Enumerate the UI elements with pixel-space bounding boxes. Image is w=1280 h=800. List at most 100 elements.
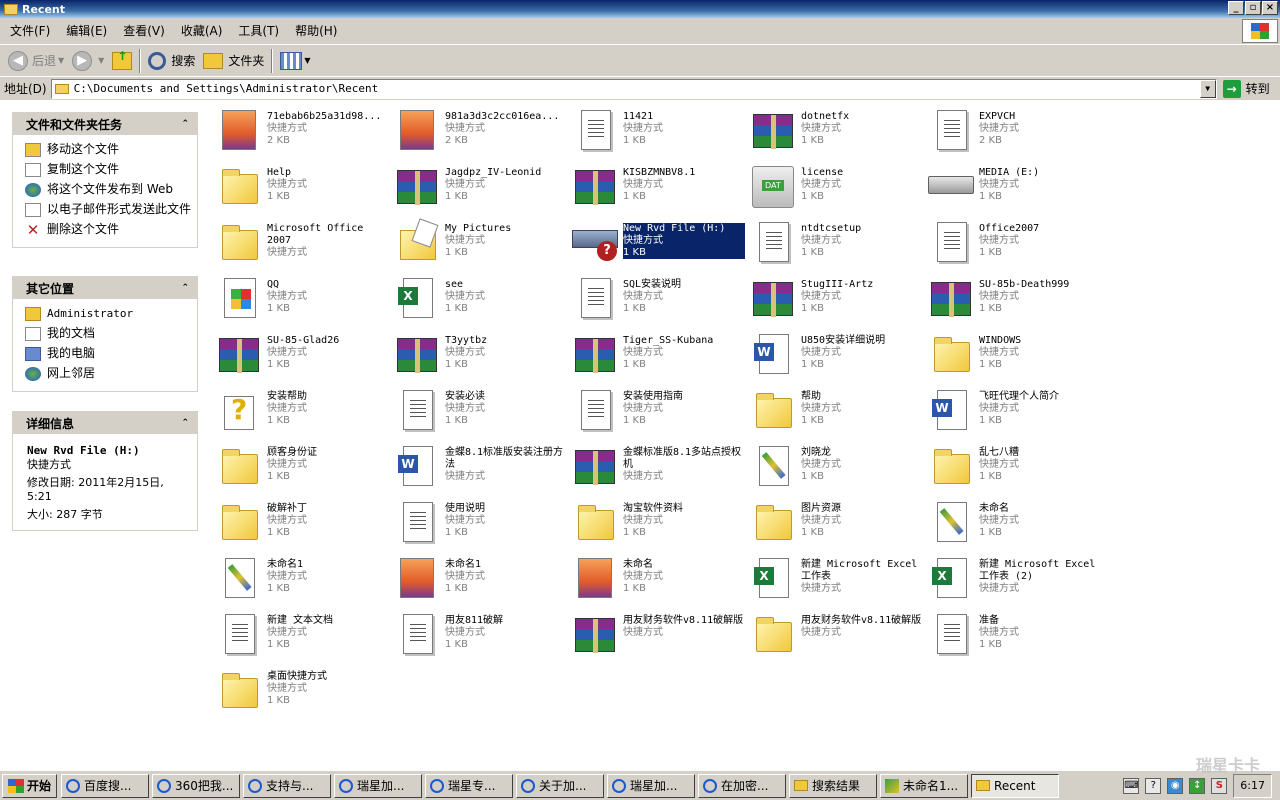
file-item[interactable]: New Rvd File (H:)快捷方式1 KB	[570, 218, 748, 274]
collapse-icon[interactable]: ⌃	[181, 283, 189, 293]
file-item[interactable]: 71ebab6b25a31d98... 快捷方式 2 KB	[214, 106, 392, 162]
taskbar-item[interactable]: 未命名1...	[880, 773, 969, 798]
antivirus-icon[interactable]: ◉	[1167, 778, 1184, 794]
file-item[interactable]: 未命名 快捷方式 1 KB	[570, 554, 748, 610]
menu-tools[interactable]: 工具(T)	[230, 21, 287, 41]
file-item[interactable]: 使用说明 快捷方式 1 KB	[392, 498, 570, 554]
help-icon[interactable]: ?	[1145, 778, 1162, 794]
file-item[interactable]: 用友811破解 快捷方式 1 KB	[392, 610, 570, 666]
menu-view[interactable]: 查看(V)	[115, 21, 173, 41]
file-item[interactable]: 新建 Microsoft Excel 工作表 (2)快捷方式	[926, 554, 1104, 610]
file-item[interactable]: WINDOWS 快捷方式 1 KB	[926, 330, 1104, 386]
file-item[interactable]: StugIII-Artz 快捷方式 1 KB	[748, 274, 926, 330]
collapse-icon[interactable]: ⌃	[181, 418, 189, 428]
file-item[interactable]: 11421 快捷方式 1 KB	[570, 106, 748, 162]
file-item[interactable]: MEDIA (E:) 快捷方式 1 KB	[926, 162, 1104, 218]
taskbar-item[interactable]: Recent	[971, 773, 1060, 798]
file-item[interactable]: 新建 文本文档 快捷方式 1 KB	[214, 610, 392, 666]
clock[interactable]: 6:17	[1233, 774, 1272, 798]
taskbar-item[interactable]: 搜索结果	[789, 773, 878, 798]
views-button[interactable]: ▼	[276, 48, 314, 74]
menu-edit[interactable]: 编辑(E)	[58, 21, 115, 41]
place-my-computer[interactable]: 我的电脑	[25, 345, 191, 365]
title-bar[interactable]: Recent _ ▫ ×	[0, 0, 1280, 18]
file-item[interactable]: ntdtcsetup 快捷方式 1 KB	[748, 218, 926, 274]
file-item[interactable]: 金蝶标准版8.1多站点授权机 快捷方式	[570, 442, 748, 498]
place-administrator[interactable]: Administrator	[25, 305, 191, 325]
file-item[interactable]: 桌面快捷方式 快捷方式 1 KB	[214, 666, 392, 722]
folders-button[interactable]: 文件夹	[199, 48, 268, 74]
collapse-icon[interactable]: ⌃	[181, 119, 189, 129]
file-item[interactable]: 飞旺代理个人简介快捷方式1 KB	[926, 386, 1104, 442]
task-email[interactable]: 以电子邮件形式发送此文件	[25, 201, 191, 221]
taskbar-item[interactable]: 百度搜...	[61, 773, 150, 798]
file-item[interactable]: 未命名1 快捷方式 1 KB	[214, 554, 392, 610]
file-item[interactable]: U850安装详细说明快捷方式1 KB	[748, 330, 926, 386]
file-item[interactable]: Microsoft Office 2007 快捷方式	[214, 218, 392, 274]
file-item[interactable]: 安装使用指南 快捷方式 1 KB	[570, 386, 748, 442]
file-item[interactable]: 顾客身份证 快捷方式 1 KB	[214, 442, 392, 498]
menu-help[interactable]: 帮助(H)	[287, 21, 345, 41]
taskbar-item[interactable]: 在加密...	[698, 773, 787, 798]
file-item[interactable]: QQ 快捷方式 1 KB	[214, 274, 392, 330]
network-tray-icon[interactable]: ↕	[1189, 778, 1206, 794]
file-item[interactable]: 未命名 快捷方式 1 KB	[926, 498, 1104, 554]
forward-button[interactable]: ▶ ▼	[68, 48, 108, 74]
up-folder-button[interactable]: ↑	[108, 48, 136, 74]
go-button[interactable]: → 转到	[1222, 79, 1270, 98]
file-item[interactable]: SQL安装说明 快捷方式 1 KB	[570, 274, 748, 330]
file-item[interactable]: Jagdpz_IV-Leonid 快捷方式 1 KB	[392, 162, 570, 218]
file-item[interactable]: 准备 快捷方式 1 KB	[926, 610, 1104, 666]
minimize-button[interactable]: _	[1228, 1, 1244, 15]
details-header[interactable]: 详细信息 ⌃	[13, 412, 197, 434]
task-publish-web[interactable]: 将这个文件发布到 Web	[25, 181, 191, 201]
taskbar-item[interactable]: 关于加...	[516, 773, 605, 798]
file-item[interactable]: 破解补丁 快捷方式 1 KB	[214, 498, 392, 554]
maximize-button[interactable]: ▫	[1245, 1, 1261, 15]
taskbar-item[interactable]: 360把我...	[152, 773, 241, 798]
file-item[interactable]: 图片资源 快捷方式 1 KB	[748, 498, 926, 554]
keyboard-icon[interactable]: ⌨	[1123, 778, 1140, 794]
menu-file[interactable]: 文件(F)	[2, 21, 58, 41]
file-item[interactable]: KISBZMNBV8.1 快捷方式 1 KB	[570, 162, 748, 218]
file-item[interactable]: Tiger_SS-Kubana 快捷方式 1 KB	[570, 330, 748, 386]
security-icon[interactable]: S	[1211, 778, 1228, 794]
task-delete[interactable]: ✕ 删除这个文件	[25, 221, 191, 241]
chevron-down-icon[interactable]: ▼	[1199, 79, 1216, 98]
file-item[interactable]: SU-85b-Death999 快捷方式 1 KB	[926, 274, 1104, 330]
file-item[interactable]: 安装必读 快捷方式 1 KB	[392, 386, 570, 442]
close-button[interactable]: ×	[1262, 1, 1278, 15]
file-item[interactable]: T3yytbz 快捷方式 1 KB	[392, 330, 570, 386]
file-item[interactable]: see快捷方式1 KB	[392, 274, 570, 330]
other-places-header[interactable]: 其它位置 ⌃	[13, 277, 197, 299]
file-item[interactable]: license快捷方式1 KB	[748, 162, 926, 218]
menu-favorites[interactable]: 收藏(A)	[173, 21, 231, 41]
file-item[interactable]: My Pictures 快捷方式 1 KB	[392, 218, 570, 274]
back-button[interactable]: ◀ 后退 ▼	[4, 48, 68, 74]
file-item[interactable]: 刘晓龙 快捷方式 1 KB	[748, 442, 926, 498]
taskbar-item[interactable]: 瑞星专...	[425, 773, 514, 798]
file-item[interactable]: 乱七八糟 快捷方式 1 KB	[926, 442, 1104, 498]
place-my-documents[interactable]: 我的文档	[25, 325, 191, 345]
address-input[interactable]: C:\Documents and Settings\Administrator\…	[50, 78, 1217, 99]
file-item[interactable]: Office2007 快捷方式 1 KB	[926, 218, 1104, 274]
task-copy[interactable]: 复制这个文件	[25, 161, 191, 181]
file-item[interactable]: SU-85-Glad26 快捷方式 1 KB	[214, 330, 392, 386]
file-item[interactable]: Help 快捷方式 1 KB	[214, 162, 392, 218]
file-item[interactable]: 981a3d3c2cc016ea... 快捷方式 2 KB	[392, 106, 570, 162]
file-item[interactable]: 用友财务软件v8.11破解版 快捷方式	[748, 610, 926, 666]
file-item[interactable]: dotnetfx 快捷方式 1 KB	[748, 106, 926, 162]
taskbar-item[interactable]: 瑞星加...	[607, 773, 696, 798]
search-button[interactable]: 搜索	[144, 48, 199, 74]
file-item[interactable]: 淘宝软件资料 快捷方式 1 KB	[570, 498, 748, 554]
file-item[interactable]: 用友财务软件v8.11破解版 快捷方式	[570, 610, 748, 666]
file-tasks-header[interactable]: 文件和文件夹任务 ⌃	[13, 113, 197, 135]
file-item[interactable]: 金蝶8.1标准版安装注册方法快捷方式	[392, 442, 570, 498]
file-item[interactable]: EXPVCH 快捷方式 2 KB	[926, 106, 1104, 162]
place-network[interactable]: 网上邻居	[25, 365, 191, 385]
file-item[interactable]: 未命名1 快捷方式 1 KB	[392, 554, 570, 610]
file-item[interactable]: 新建 Microsoft Excel 工作表快捷方式	[748, 554, 926, 610]
task-move[interactable]: 移动这个文件	[25, 141, 191, 161]
taskbar-item[interactable]: 支持与...	[243, 773, 332, 798]
file-item[interactable]: 安装帮助快捷方式1 KB	[214, 386, 392, 442]
